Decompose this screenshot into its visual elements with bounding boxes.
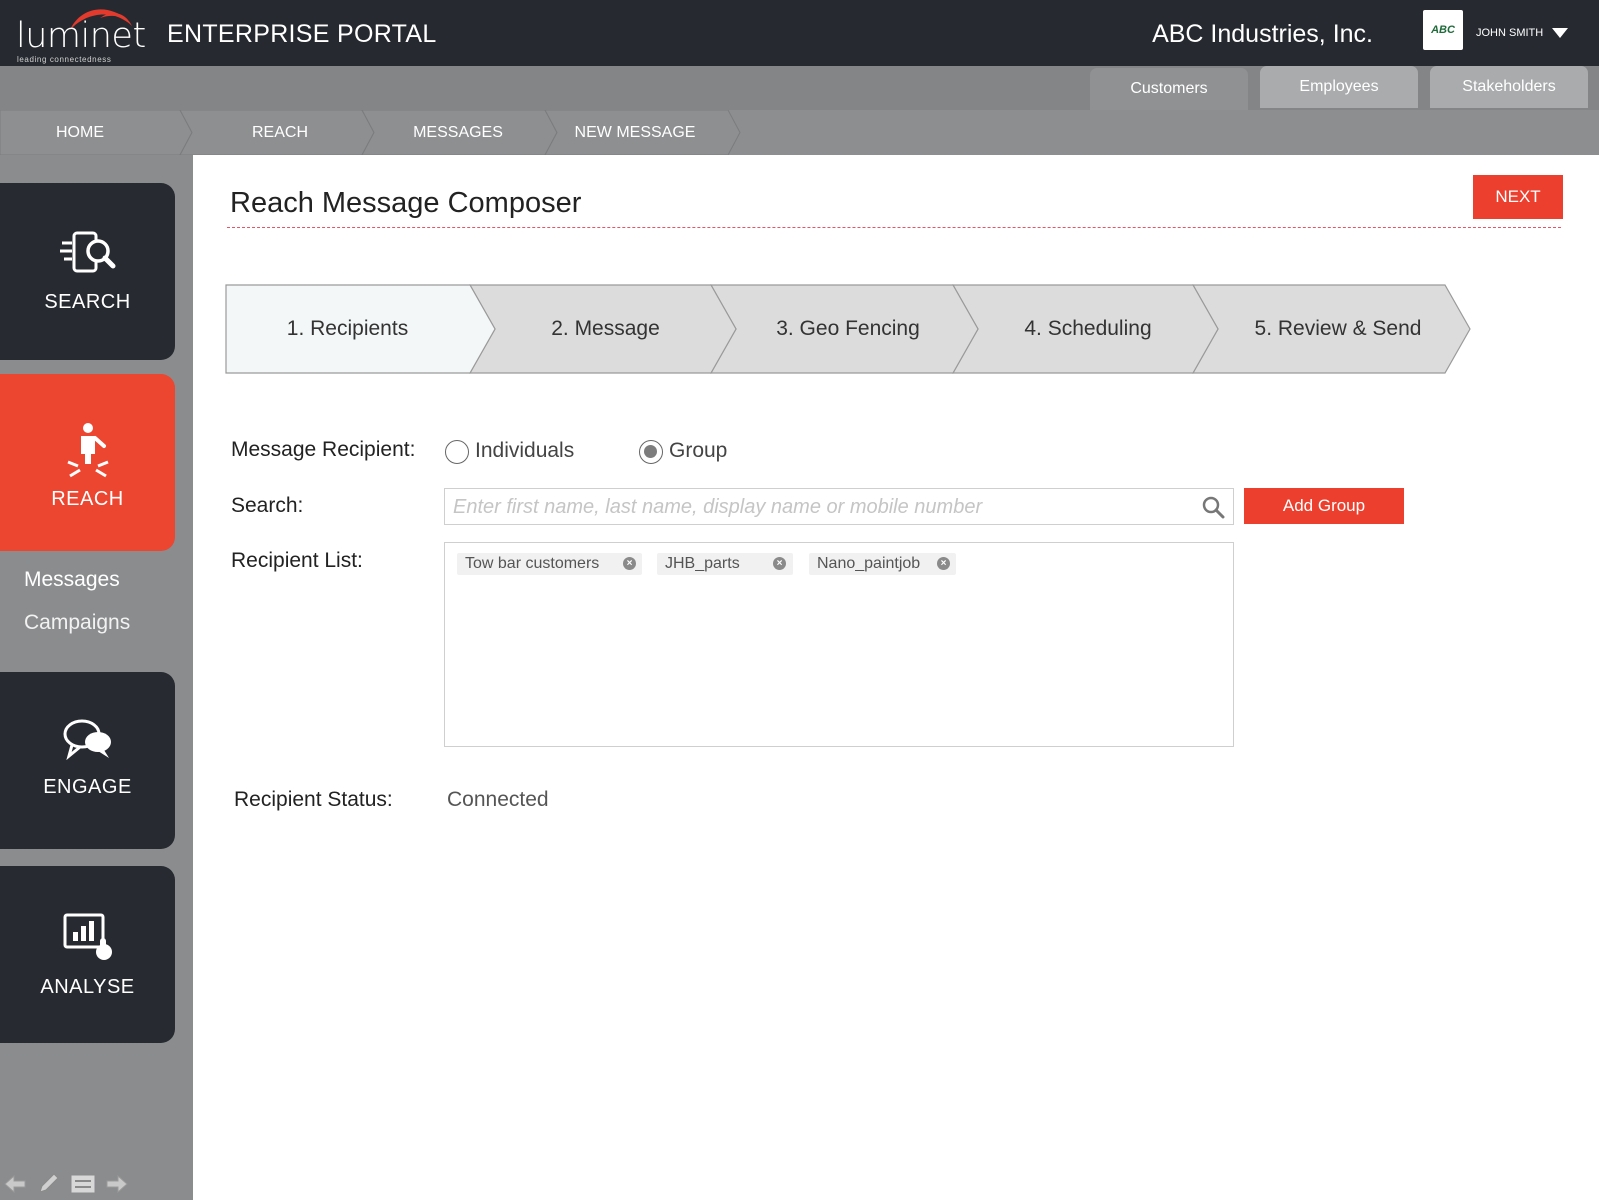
logo-tagline: leading connectedness (17, 55, 112, 64)
user-menu-name[interactable]: JOHN SMITH (1476, 27, 1543, 39)
tab-label: Stakeholders (1462, 78, 1556, 95)
message-recipient-label: Message Recipient: (231, 438, 416, 461)
nav-analyse[interactable]: ANALYSE (0, 866, 175, 1043)
recipient-chip: Nano_paintjob × (809, 553, 956, 575)
search-phone-icon (59, 231, 115, 273)
portal-title: ENTERPRISE PORTAL (167, 20, 437, 48)
breadcrumb-home[interactable]: HOME (0, 110, 160, 155)
next-button[interactable]: NEXT (1473, 175, 1563, 219)
tab-label: Employees (1299, 78, 1379, 95)
company-logo-text: ABC (1431, 24, 1455, 36)
breadcrumb-new-message[interactable]: NEW MESSAGE (550, 110, 720, 155)
tab-employees[interactable]: Employees (1260, 66, 1418, 108)
notes-icon[interactable] (70, 1174, 96, 1194)
nav-label: REACH (51, 488, 124, 510)
recipient-chip-label: JHB_parts (665, 555, 740, 572)
arrow-left-icon[interactable] (4, 1175, 26, 1193)
nav-label: ENGAGE (43, 776, 132, 798)
chevron-down-icon[interactable] (1552, 28, 1568, 38)
main-content: Reach Message Composer NEXT 1. Recipient… (193, 155, 1599, 1200)
recipient-status-value: Connected (447, 788, 549, 811)
tab-stakeholders[interactable]: Stakeholders (1430, 66, 1588, 108)
chart-touch-icon (63, 913, 112, 960)
subnav-messages[interactable]: Messages (24, 568, 120, 592)
luminet-logo[interactable]: luminet leading connectedness (14, 4, 146, 64)
recipient-list-label: Recipient List: (231, 549, 363, 572)
nav-engage[interactable]: ENGAGE (0, 672, 175, 849)
close-icon[interactable]: × (937, 557, 950, 570)
step-recipients[interactable]: 1. Recipients (225, 284, 470, 373)
recipient-list-box: Tow bar customers × JHB_parts × Nano_pai… (444, 542, 1234, 747)
search-input[interactable] (453, 494, 1183, 520)
recipient-status-label: Recipient Status: (234, 788, 393, 811)
step-geo-fencing[interactable]: 3. Geo Fencing (728, 284, 968, 373)
top-header: luminet leading connectedness ENTERPRISE… (0, 0, 1599, 66)
person-reach-icon (66, 423, 109, 478)
close-icon[interactable]: × (623, 557, 636, 570)
audience-tabs: Customers Employees Stakeholders (0, 66, 1599, 110)
step-message[interactable]: 2. Message (483, 284, 728, 373)
search-label: Search: (231, 494, 304, 517)
recipient-chip-label: Tow bar customers (465, 555, 600, 572)
page-title: Reach Message Composer (230, 187, 582, 219)
company-logo: ABC (1423, 10, 1463, 50)
radio-selected-dot (644, 445, 657, 458)
subnav-campaigns[interactable]: Campaigns (24, 611, 130, 635)
pencil-icon[interactable] (36, 1172, 60, 1196)
breadcrumb-messages[interactable]: MESSAGES (368, 110, 548, 155)
search-field (444, 488, 1234, 525)
nav-label: SEARCH (44, 291, 131, 313)
recipient-chip: JHB_parts × (657, 553, 793, 575)
step-scheduling[interactable]: 4. Scheduling (968, 284, 1208, 373)
breadcrumb-reach[interactable]: REACH (190, 110, 370, 155)
arrow-right-icon[interactable] (106, 1175, 128, 1193)
logo-wordmark: luminet (16, 16, 146, 56)
nav-search[interactable]: SEARCH (0, 183, 175, 360)
radio-group-label[interactable]: Group (669, 439, 727, 463)
close-icon[interactable]: × (773, 557, 786, 570)
recipient-chip: Tow bar customers × (457, 553, 642, 575)
bottom-toolbar (4, 1172, 128, 1196)
search-icon[interactable] (1201, 495, 1225, 519)
nav-label: ANALYSE (40, 976, 135, 998)
step-review-send[interactable]: 5. Review & Send (1213, 284, 1463, 373)
chat-bubbles-icon (63, 719, 111, 761)
breadcrumb: HOME REACH MESSAGES NEW MESSAGE (0, 110, 1599, 155)
nav-reach[interactable]: REACH (0, 374, 175, 551)
radio-group[interactable] (639, 440, 663, 464)
tab-label: Customers (1130, 80, 1208, 97)
radio-individuals-label[interactable]: Individuals (475, 439, 574, 463)
tab-customers[interactable]: Customers (1090, 68, 1248, 110)
radio-individuals[interactable] (445, 440, 469, 464)
recipient-chip-label: Nano_paintjob (817, 555, 921, 572)
title-divider (227, 227, 1561, 228)
add-group-button[interactable]: Add Group (1244, 488, 1404, 524)
company-name: ABC Industries, Inc. (1152, 20, 1373, 48)
